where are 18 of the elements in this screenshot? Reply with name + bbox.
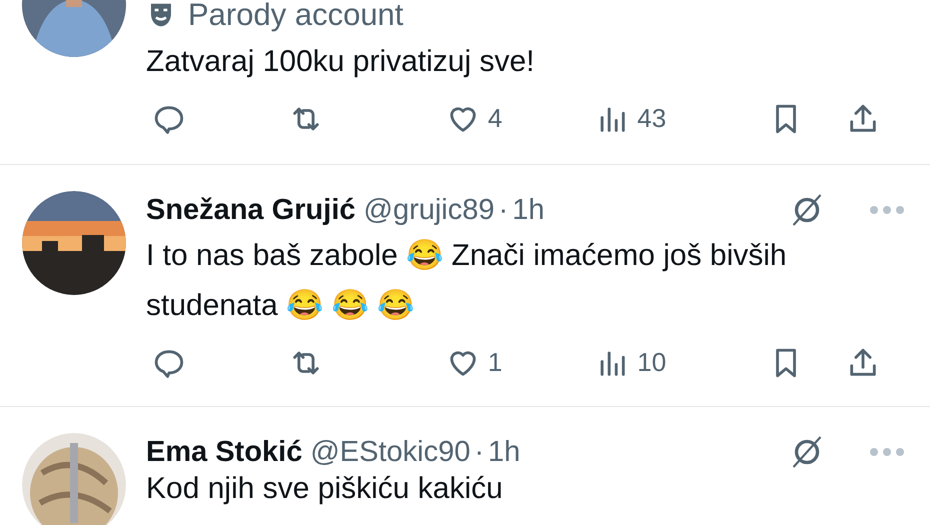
separator-dot: · [498, 193, 508, 228]
like-button[interactable]: 4 [446, 99, 502, 138]
parody-label: Parody account [188, 0, 404, 34]
user-handle: @EStokic90 [310, 435, 470, 470]
separator-dot: · [474, 435, 484, 470]
views-button[interactable]: 10 [595, 343, 666, 382]
post-time: 1h [488, 435, 520, 470]
user-handle: @grujic89 [364, 193, 495, 228]
display-name: Ema Stokić [146, 435, 302, 470]
like-button[interactable]: 1 [446, 343, 502, 382]
more-icon [869, 447, 905, 457]
display-name: Snežana Grujić [146, 193, 356, 228]
views-button[interactable]: 43 [595, 99, 666, 138]
post-text: Kod njih sve piškiću kakiću [146, 473, 504, 505]
post-text: Zatvaraj 100ku privatizuj sve! [146, 44, 536, 80]
post-text: I to nas baš zabole 😂 Znači imaćemo još bivših studenata 😂 😂 😂 [146, 238, 788, 324]
more-icon [869, 205, 905, 215]
post-time: 1h [512, 193, 544, 228]
